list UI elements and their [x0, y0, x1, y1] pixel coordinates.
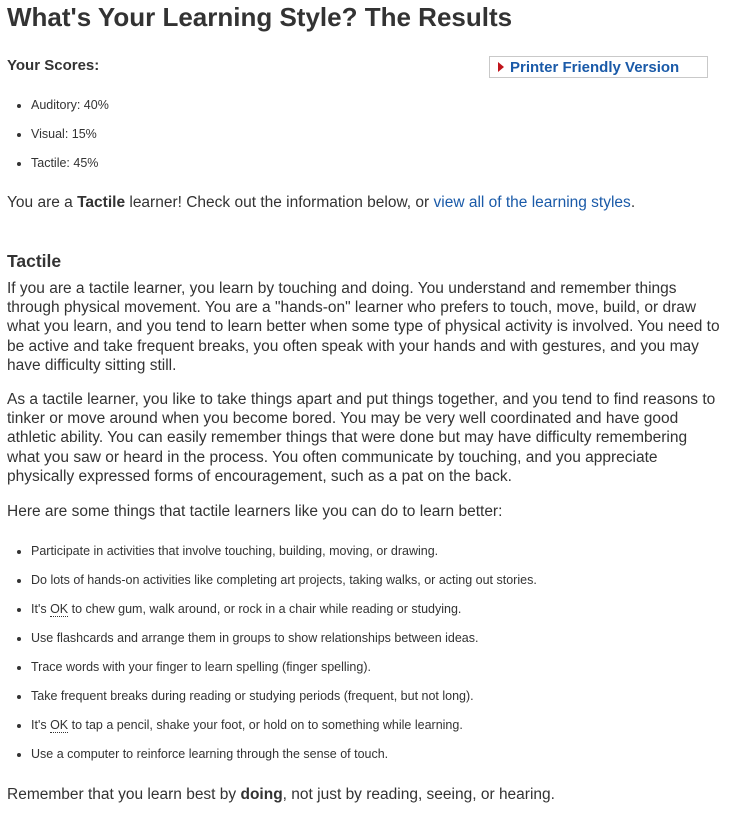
ok-abbreviation: OK	[50, 718, 69, 733]
tip-text: Take frequent breaks during reading or s…	[31, 689, 474, 703]
description-paragraph-2: As a tactile learner, you like to take t…	[7, 391, 716, 485]
tip-text: to tap a pencil, shake your foot, or hol…	[68, 718, 463, 732]
closing-suffix: , not just by reading, seeing, or hearin…	[282, 786, 555, 803]
list-item: Take frequent breaks during reading or s…	[31, 685, 537, 714]
description-paragraph-1: If you are a tactile learner, you learn …	[7, 280, 720, 374]
summary-suffix: .	[630, 194, 636, 211]
printer-friendly-button[interactable]: Printer Friendly Version	[489, 56, 708, 78]
closing-prefix: Remember that you learn best by	[7, 786, 241, 803]
tip-text: It's	[31, 718, 51, 732]
list-item: It's OK to tap a pencil, shake your foot…	[31, 714, 537, 743]
scores-label: Your Scores:	[7, 57, 100, 74]
play-arrow-icon	[498, 62, 504, 72]
tip-text: Do lots of hands-on activities like comp…	[31, 573, 537, 587]
tip-text: It's	[31, 602, 51, 616]
score-tactile: Tactile: 45%	[31, 152, 109, 181]
summary-prefix: You are a	[7, 194, 78, 211]
list-item: Use flashcards and arrange them in group…	[31, 627, 537, 656]
ok-abbreviation: OK	[50, 602, 69, 617]
summary-middle: learner! Check out the information below…	[125, 194, 434, 211]
tip-text: Trace words with your finger to learn sp…	[31, 660, 371, 674]
tips-list: Participate in activities that involve t…	[7, 540, 537, 772]
score-auditory: Auditory: 40%	[31, 94, 109, 123]
section-title: Tactile	[7, 251, 62, 271]
scores-list: Auditory: 40% Visual: 15% Tactile: 45%	[7, 94, 109, 181]
view-all-styles-link[interactable]: view all of the learning styles	[434, 194, 631, 211]
tip-text: Use flashcards and arrange them in group…	[31, 631, 479, 645]
list-item: Do lots of hands-on activities like comp…	[31, 569, 537, 598]
list-item: It's OK to chew gum, walk around, or roc…	[31, 598, 537, 627]
closing-statement: Remember that you learn best by doing, n…	[7, 784, 555, 806]
list-item: Participate in activities that involve t…	[31, 540, 537, 569]
tip-text: to chew gum, walk around, or rock in a c…	[68, 602, 462, 616]
printer-friendly-label: Printer Friendly Version	[510, 58, 680, 76]
list-item: Trace words with your finger to learn sp…	[31, 656, 537, 685]
tip-text: Participate in activities that involve t…	[31, 544, 439, 558]
score-visual: Visual: 15%	[31, 123, 109, 152]
page-title: What's Your Learning Style? The Results	[7, 2, 513, 32]
list-item: Use a computer to reinforce learning thr…	[31, 743, 537, 772]
closing-emphasis: doing	[240, 786, 283, 803]
learner-summary: You are a Tactile learner! Check out the…	[7, 192, 635, 214]
learning-style-name: Tactile	[77, 194, 126, 211]
tips-intro: Here are some things that tactile learne…	[7, 503, 503, 520]
tip-text: Use a computer to reinforce learning thr…	[31, 747, 389, 761]
